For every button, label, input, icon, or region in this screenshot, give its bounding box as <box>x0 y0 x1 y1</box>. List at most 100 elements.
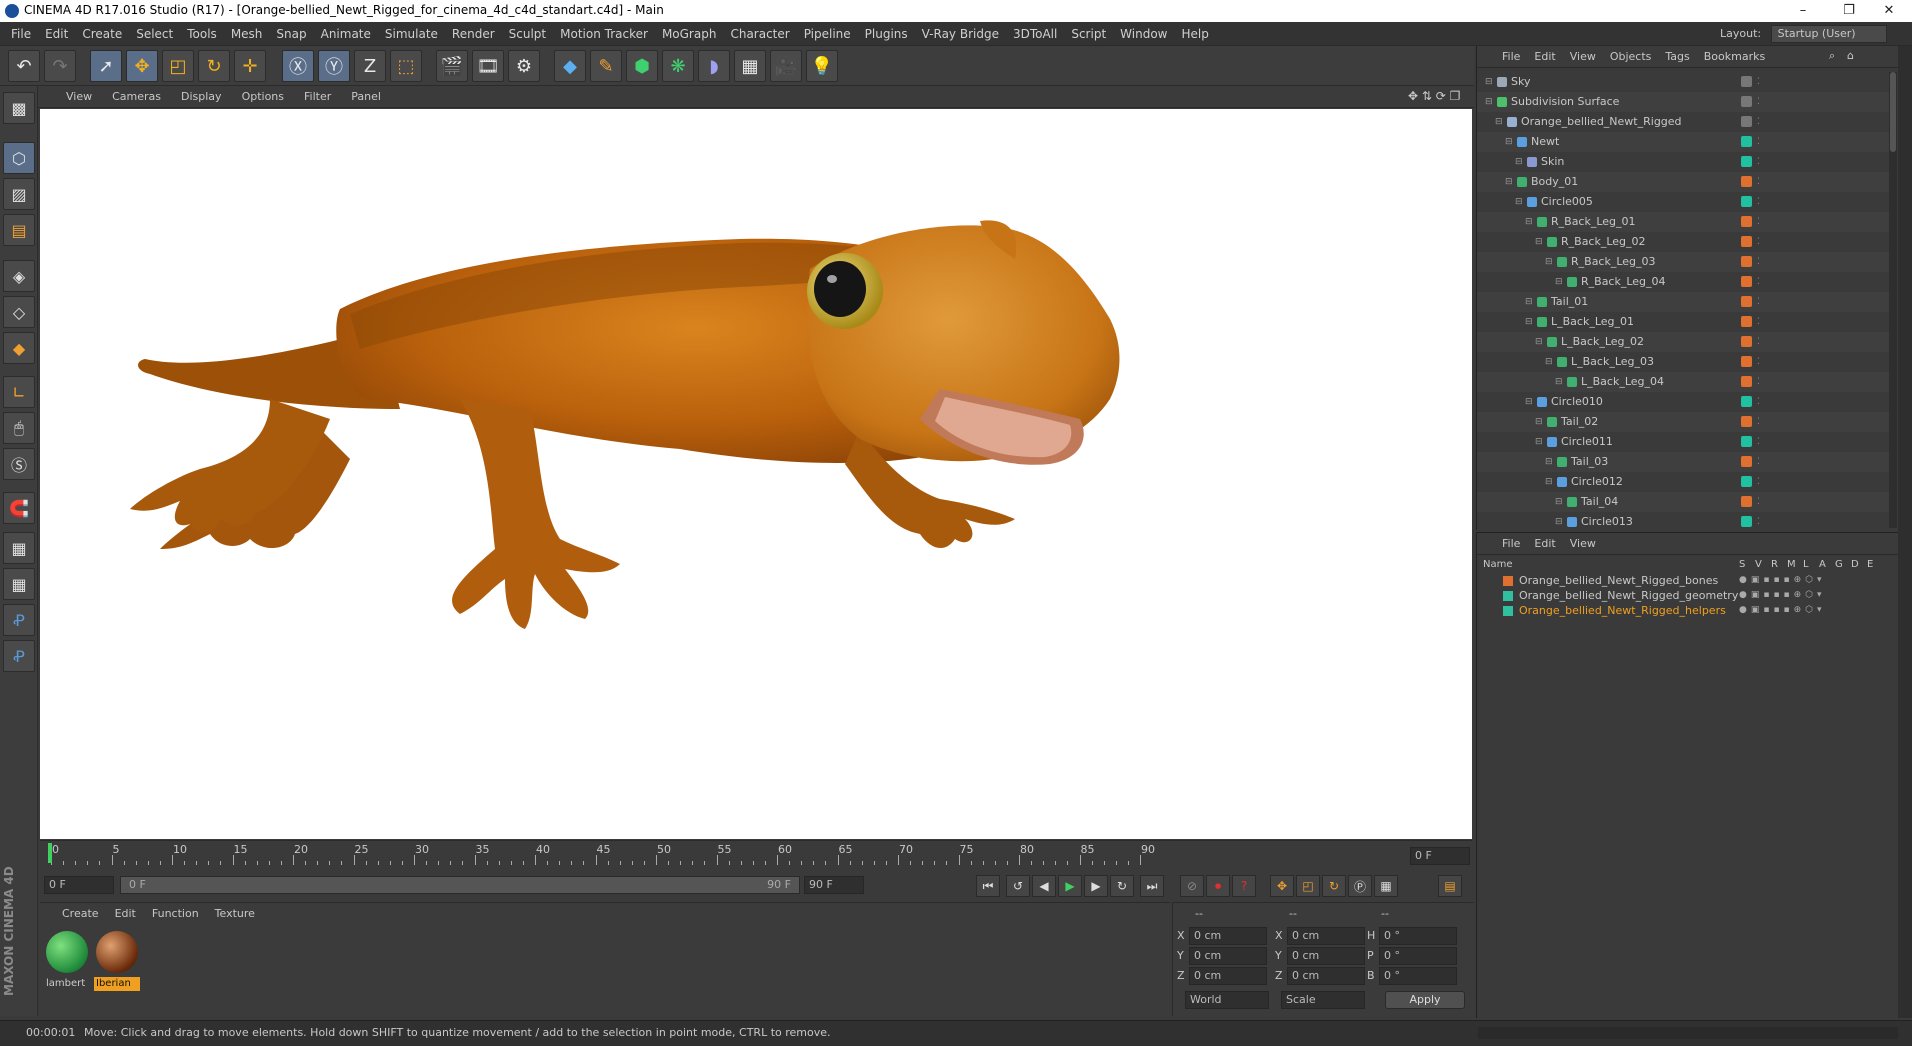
coordinate-system-icon[interactable]: ⬚ <box>390 50 422 82</box>
tree-expand-icon[interactable]: ⊟ <box>1535 432 1543 452</box>
menu-window[interactable]: Window <box>1113 22 1174 46</box>
object-row[interactable]: ⊟ Orange_bellied_Newt_Rigged ⁚ <box>1477 112 1889 132</box>
visibility-dots-icon[interactable]: ⁚ <box>1757 172 1760 192</box>
menu-sculpt[interactable]: Sculpt <box>502 22 553 46</box>
coord-mode-dropdown[interactable]: Scale <box>1281 991 1365 1009</box>
apply-button[interactable]: Apply <box>1385 991 1465 1009</box>
layer-color-chip[interactable] <box>1741 256 1752 267</box>
layer-color-chip[interactable] <box>1741 136 1752 147</box>
om-menu-edit[interactable]: Edit <box>1527 46 1562 68</box>
menu-render[interactable]: Render <box>445 22 502 46</box>
layer-color-chip[interactable] <box>1741 236 1752 247</box>
point-level-key-icon[interactable]: ▦ <box>1374 875 1398 897</box>
timeline-ruler[interactable]: 0 5 10 15 20 25 30 35 40 45 50 55 60 65 70 75 80 85 90 0 F <box>40 840 1472 870</box>
layout-selector[interactable]: Layout: Startup (User) <box>1720 22 1906 46</box>
layer-color-chip[interactable] <box>1741 296 1752 307</box>
object-row[interactable]: ⊟ Newt ⁚ <box>1477 132 1889 152</box>
visibility-dots-icon[interactable]: ⁚ <box>1757 512 1760 528</box>
coord-value-field[interactable]: 0 cm <box>1189 947 1267 965</box>
visibility-dots-icon[interactable]: ⁚ <box>1757 112 1760 132</box>
play-icon[interactable]: ▶ <box>1058 875 1082 897</box>
visibility-dots-icon[interactable]: ⁚ <box>1757 152 1760 172</box>
layer-toggle-icons[interactable]: ●▣▪▪▪⊕⬡▾ <box>1739 588 1826 603</box>
visibility-dots-icon[interactable]: ⁚ <box>1757 492 1760 512</box>
snap-icon[interactable]: 🧲 <box>3 492 35 524</box>
viewport-nav-icons[interactable]: ✥ ⇅ ⟳ ❐ <box>1408 89 1460 103</box>
layer-color-chip[interactable] <box>1741 376 1752 387</box>
layer-row[interactable]: Orange_bellied_Newt_Rigged_helpers ●▣▪▪▪⊕… <box>1477 603 1889 618</box>
menu-tools[interactable]: Tools <box>180 22 224 46</box>
object-row[interactable]: ⊟ Tail_03 ⁚ <box>1477 452 1889 472</box>
previous-frame-icon[interactable]: ◀ <box>1032 875 1056 897</box>
tweak-mode-icon[interactable]: 🖱 <box>3 412 35 444</box>
y-axis-lock-icon[interactable]: Ⓨ <box>318 50 350 82</box>
object-row[interactable]: ⊟ Circle011 ⁚ <box>1477 432 1889 452</box>
visibility-dots-icon[interactable]: ⁚ <box>1757 432 1760 452</box>
layer-row[interactable]: Orange_bellied_Newt_Rigged_geometry ●▣▪▪▪… <box>1477 588 1889 603</box>
tree-expand-icon[interactable]: ⊟ <box>1485 92 1493 112</box>
object-row[interactable]: ⊟ Circle010 ⁚ <box>1477 392 1889 412</box>
axis-mode-icon[interactable]: ∟ <box>3 376 35 408</box>
menu-v-ray-bridge[interactable]: V-Ray Bridge <box>915 22 1006 46</box>
python-generator-icon[interactable]: Ꝓ <box>3 640 35 672</box>
light-icon[interactable]: 💡 <box>806 50 838 82</box>
model-mode-icon[interactable]: ⬡ <box>3 142 35 174</box>
record-keys-icon[interactable]: ⊘ <box>1180 875 1204 897</box>
close-button[interactable]: ✕ <box>1866 0 1912 22</box>
transform-tool-icon[interactable]: ✛ <box>234 50 266 82</box>
layout-value[interactable]: Startup (User) <box>1770 25 1887 43</box>
tree-expand-icon[interactable]: ⊟ <box>1525 212 1533 232</box>
tree-expand-icon[interactable]: ⊟ <box>1545 472 1553 492</box>
lm-menu-view[interactable]: View <box>1563 533 1603 555</box>
menu-plugins[interactable]: Plugins <box>858 22 915 46</box>
coord-space-dropdown[interactable]: World <box>1185 991 1269 1009</box>
layer-color-chip[interactable] <box>1741 116 1752 127</box>
visibility-dots-icon[interactable]: ⁚ <box>1757 252 1760 272</box>
timeline-window-icon[interactable]: ▤ <box>1438 875 1462 897</box>
subdivision-generator-icon[interactable]: ⬢ <box>626 50 658 82</box>
coord-value-field[interactable]: 0 cm <box>1287 947 1365 965</box>
layer-color-chip[interactable] <box>1741 476 1752 487</box>
layer-color-chip[interactable] <box>1741 316 1752 327</box>
layer-color-chip[interactable] <box>1741 416 1752 427</box>
tree-expand-icon[interactable]: ⊟ <box>1495 112 1503 132</box>
current-frame-field[interactable]: 0 F <box>1410 847 1470 865</box>
coord-value-field[interactable]: 0 ° <box>1379 967 1457 985</box>
viewport-menu-cameras[interactable]: Cameras <box>102 86 171 108</box>
menu-script[interactable]: Script <box>1064 22 1113 46</box>
menu-help[interactable]: Help <box>1174 22 1215 46</box>
layer-col-e[interactable]: E <box>1867 559 1873 570</box>
layer-toggle-icons[interactable]: ●▣▪▪▪⊕⬡▾ <box>1739 573 1826 588</box>
object-row[interactable]: ⊟ Circle012 ⁚ <box>1477 472 1889 492</box>
object-row[interactable]: ⊟ R_Back_Leg_01 ⁚ <box>1477 212 1889 232</box>
visibility-dots-icon[interactable]: ⁚ <box>1757 332 1760 352</box>
scale-tool-icon[interactable]: ◰ <box>162 50 194 82</box>
tree-expand-icon[interactable]: ⊟ <box>1525 392 1533 412</box>
coord-value-field[interactable]: 0 cm <box>1287 927 1365 945</box>
points-mode-icon[interactable]: ◈ <box>3 260 35 292</box>
render-settings-icon[interactable]: ⚙ <box>508 50 540 82</box>
coord-value-field[interactable]: 0 ° <box>1379 947 1457 965</box>
z-axis-lock-icon[interactable]: Z <box>354 50 386 82</box>
layer-color-swatch[interactable] <box>1503 576 1513 586</box>
visibility-dots-icon[interactable]: ⁚ <box>1757 92 1760 112</box>
layer-color-chip[interactable] <box>1741 356 1752 367</box>
layer-color-swatch[interactable] <box>1503 591 1513 601</box>
coord-value-field[interactable]: 0 cm <box>1189 927 1267 945</box>
visibility-dots-icon[interactable]: ⁚ <box>1757 412 1760 432</box>
next-frame-icon[interactable]: ▶ <box>1084 875 1108 897</box>
home-icon[interactable]: ⌂ <box>1847 49 1854 62</box>
object-row[interactable]: ⊟ Subdivision Surface ⁚ <box>1477 92 1889 112</box>
menu-3dtoall[interactable]: 3DToAll <box>1006 22 1064 46</box>
menu-pipeline[interactable]: Pipeline <box>797 22 858 46</box>
viewport-menu-view[interactable]: View <box>56 86 102 108</box>
start-frame-field[interactable]: 0 F <box>44 876 114 894</box>
menu-create[interactable]: Create <box>75 22 129 46</box>
object-row[interactable]: ⊟ L_Back_Leg_04 ⁚ <box>1477 372 1889 392</box>
tree-expand-icon[interactable]: ⊟ <box>1555 372 1563 392</box>
perspective-viewport[interactable] <box>40 109 1472 839</box>
object-row[interactable]: ⊟ Sky ⁚ <box>1477 72 1889 92</box>
object-row[interactable]: ⊟ R_Back_Leg_03 ⁚ <box>1477 252 1889 272</box>
layer-col-g[interactable]: G <box>1835 559 1843 570</box>
material-tile[interactable]: Iberian <box>94 929 140 993</box>
